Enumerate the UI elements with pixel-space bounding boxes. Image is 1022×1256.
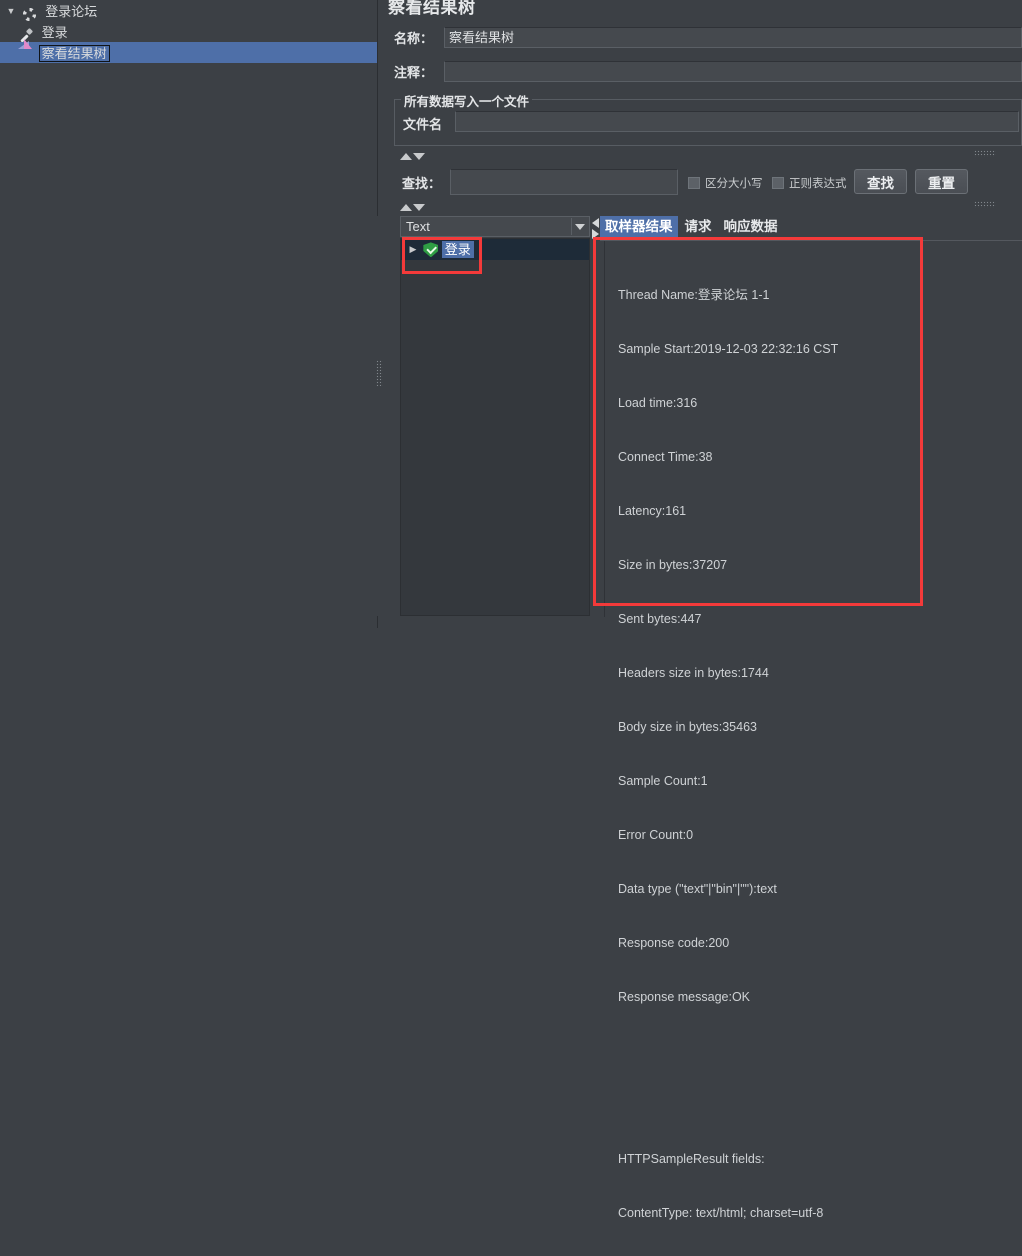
tree-item-label: 登录: [41, 25, 68, 41]
render-selector[interactable]: Text: [400, 216, 590, 237]
result-line: Response message:OK: [618, 990, 751, 1004]
search-input[interactable]: [450, 169, 678, 195]
result-line: Body size in bytes:35463: [618, 720, 757, 734]
page-title: 察看结果树: [388, 0, 476, 17]
checkbox-box[interactable]: [772, 177, 784, 189]
sampler-result-text[interactable]: Thread Name:登录论坛 1-1 Sample Start:2019-1…: [618, 250, 1016, 1256]
case-sensitive-checkbox[interactable]: 区分大小写: [688, 175, 763, 191]
vertical-splitter[interactable]: [375, 216, 384, 616]
tree-item-label: 登录论坛: [45, 4, 98, 20]
result-line: Data type ("text"|"bin"|""):text: [618, 882, 777, 896]
tree-item-view-results-tree[interactable]: 察看结果树: [0, 42, 377, 63]
result-node-login[interactable]: ▶ 登录: [401, 239, 589, 260]
splitter-grip-2[interactable]: [974, 201, 996, 208]
shield-success-icon: [423, 242, 438, 257]
tree-item-login[interactable]: 登录: [0, 21, 377, 42]
regex-label: 正则表达式: [789, 178, 847, 190]
result-line: Sent bytes:447: [618, 612, 702, 626]
splitter-arrows[interactable]: [400, 149, 425, 163]
comment-row: 注释：: [394, 62, 433, 81]
result-line: Connect Time:38: [618, 450, 713, 464]
scroll-left-icon[interactable]: [592, 218, 599, 228]
result-line: Size in bytes:37207: [618, 558, 728, 572]
result-line: HTTPSampleResult fields:: [618, 1152, 765, 1166]
result-line: [618, 1042, 1016, 1060]
result-line: Error Count:0: [618, 828, 694, 842]
chevron-down-icon[interactable]: [413, 204, 425, 211]
chevron-down-icon[interactable]: [575, 224, 585, 230]
splitter-grip[interactable]: [974, 150, 996, 157]
name-input[interactable]: [444, 27, 1022, 48]
jmeter-window: ▼ 登录论坛 登录 察看结果树 察看结果树 名称： 注释： 所有数据写入一个文件: [0, 0, 1022, 1220]
result-line: Load time:316: [618, 396, 698, 410]
gear-icon: [22, 4, 40, 20]
combo-separator: [571, 218, 572, 235]
comment-input[interactable]: [444, 61, 1022, 82]
chevron-down-icon[interactable]: [413, 153, 425, 160]
result-line: ContentType: text/html; charset=utf-8: [618, 1206, 824, 1220]
splitter-upper[interactable]: [394, 149, 1022, 160]
render-selector-value: Text: [406, 219, 430, 234]
case-sensitive-label: 区分大小写: [705, 178, 763, 190]
result-tabs[interactable]: 取样器结果 请求 响应数据: [600, 216, 783, 238]
regex-checkbox[interactable]: 正则表达式: [772, 175, 847, 191]
sampler-result-body: Thread Name:登录论坛 1-1 Sample Start:2019-1…: [600, 240, 1022, 1220]
reset-button[interactable]: 重置: [915, 169, 968, 194]
name-row: 名称：: [394, 28, 433, 47]
write-all-data-legend: 所有数据写入一个文件: [401, 91, 533, 110]
chart-icon: [18, 46, 36, 62]
result-node-label: 登录: [441, 241, 474, 259]
results-left-pane: Text ▶ 登录: [400, 216, 592, 616]
result-line: Response code:200: [618, 936, 730, 950]
tree-expander-icon[interactable]: ▶: [406, 239, 420, 260]
find-button[interactable]: 查找: [854, 169, 907, 194]
tree-item-label: 察看结果树: [38, 45, 110, 63]
result-line: [618, 1096, 1016, 1114]
tab-request[interactable]: 请求: [680, 216, 717, 238]
checkbox-box[interactable]: [688, 177, 700, 189]
search-row: 查找：: [402, 173, 441, 192]
tab-response-data[interactable]: 响应数据: [719, 216, 783, 238]
name-label: 名称：: [394, 31, 434, 46]
tree-expander-icon[interactable]: ▼: [4, 1, 18, 22]
body-divider: [604, 241, 605, 617]
comment-label: 注释：: [394, 65, 434, 80]
search-label: 查找：: [402, 176, 442, 191]
results-node-tree[interactable]: ▶ 登录: [400, 238, 590, 616]
chevron-up-icon[interactable]: [400, 153, 412, 160]
tab-sampler-result[interactable]: 取样器结果: [600, 216, 678, 238]
filename-input[interactable]: [455, 111, 1019, 132]
result-line: Headers size in bytes:1744: [618, 666, 769, 680]
splitter-arrows-2[interactable]: [400, 200, 425, 214]
results-right-pane: 取样器结果 请求 响应数据 Thread Name:登录论坛 1-1 Sampl…: [592, 216, 1022, 1220]
result-line: Sample Start:2019-12-03 22:32:16 CST: [618, 342, 839, 356]
test-plan-tree[interactable]: ▼ 登录论坛 登录 察看结果树: [0, 0, 378, 628]
splitter-lower[interactable]: [394, 200, 1022, 211]
tree-item-root[interactable]: ▼ 登录论坛: [0, 0, 377, 21]
filename-label: 文件名: [403, 117, 443, 132]
scroll-right-icon[interactable]: [592, 229, 599, 239]
vertical-splitter-grip[interactable]: [376, 360, 383, 386]
result-line: Latency:161: [618, 504, 687, 518]
result-line: Thread Name:登录论坛 1-1: [618, 288, 770, 302]
chevron-up-icon[interactable]: [400, 204, 412, 211]
write-all-data-group: 所有数据写入一个文件 文件名: [394, 91, 1022, 146]
result-line: Sample Count:1: [618, 774, 708, 788]
